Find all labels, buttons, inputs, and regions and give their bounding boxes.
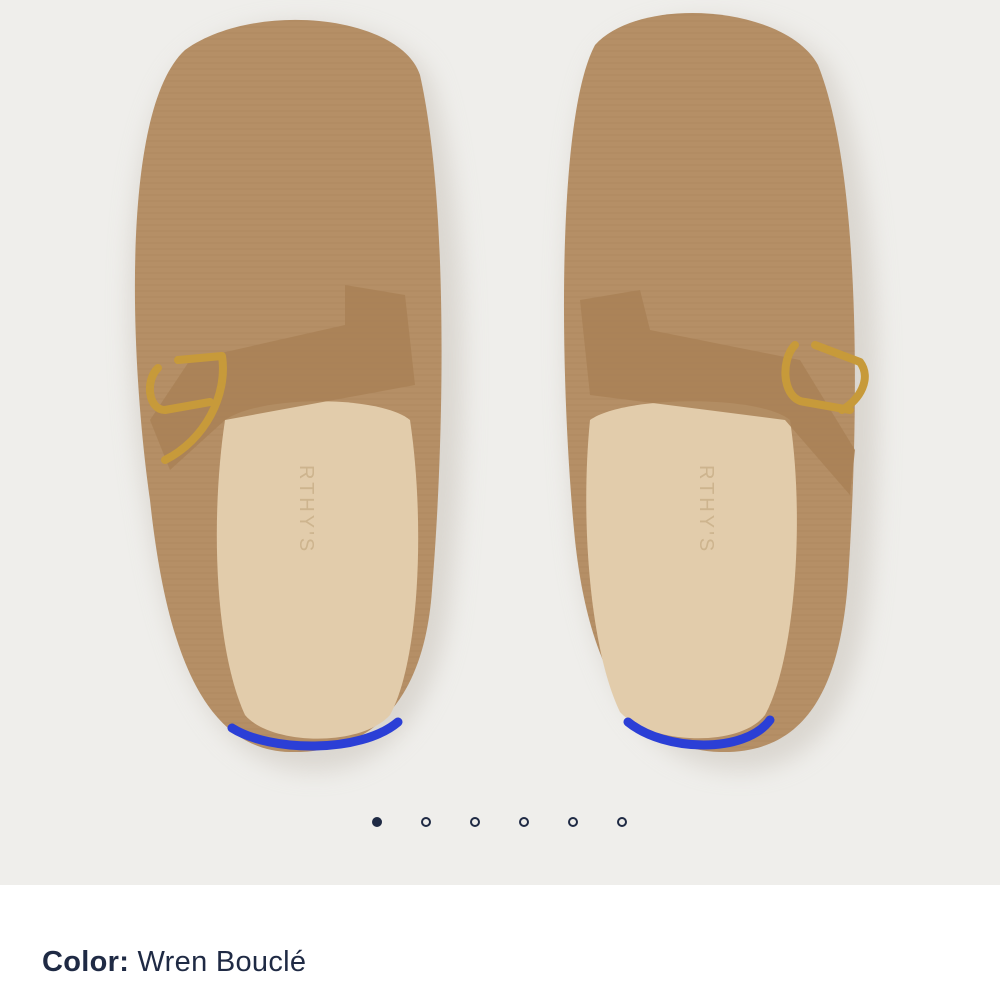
carousel-pagination xyxy=(0,817,1000,831)
color-value: Wren Bouclé xyxy=(137,946,307,978)
color-label: Color: xyxy=(42,946,130,978)
product-image[interactable]: RTHY'S RTHY'S xyxy=(0,0,1000,800)
right-shoe: RTHY'S xyxy=(563,12,878,771)
left-shoe: RTHY'S xyxy=(130,19,464,771)
left-insole-brand: RTHY'S xyxy=(295,465,317,554)
product-image-gallery[interactable]: RTHY'S RTHY'S xyxy=(0,0,1000,885)
carousel-dot-6[interactable] xyxy=(617,817,627,827)
carousel-dot-3[interactable] xyxy=(470,817,480,827)
product-info xyxy=(0,885,1000,1000)
carousel-dot-2[interactable] xyxy=(421,817,431,827)
left-shoe-insole xyxy=(216,401,419,739)
right-insole-brand: RTHY'S xyxy=(695,465,717,554)
right-shoe-insole xyxy=(586,401,797,739)
carousel-dot-5[interactable] xyxy=(568,817,578,827)
selected-color: Color: Wren Bouclé xyxy=(42,946,306,979)
carousel-dot-4[interactable] xyxy=(519,817,529,827)
carousel-dot-1[interactable] xyxy=(372,817,382,827)
